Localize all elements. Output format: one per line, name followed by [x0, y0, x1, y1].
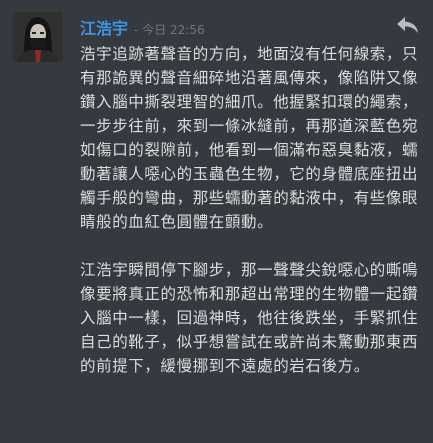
avatar[interactable]: [13, 12, 63, 62]
timestamp-separator: -: [134, 23, 139, 37]
message-paragraph-1: 浩宇追跡著聲音的方向，地面沒有任何線索，只有那詭異的聲音細碎地沿著風傳來，像陷阱…: [80, 45, 419, 231]
message-content: 浩宇追跡著聲音的方向，地面沒有任何線索，只有那詭異的聲音細碎地沿著風傳來，像陷阱…: [80, 42, 426, 378]
reply-arrow-icon: [397, 17, 418, 33]
message-timestamp: - 今日 22:56: [134, 21, 205, 38]
masked-figure-avatar: [13, 12, 63, 62]
timestamp-text: 今日 22:56: [142, 23, 205, 37]
message-paragraph-2: 江浩宇瞬間停下腳步，那一聲聲尖銳噁心的嘶鳴像要將真正的恐怖和那超出常理的生物體一…: [80, 261, 419, 375]
chat-message: 江浩宇 - 今日 22:56 浩宇追跡著聲音的方向，地面沒有任何線索，只有那詭異…: [0, 0, 433, 443]
username[interactable]: 江浩宇: [80, 15, 128, 39]
message-header: 江浩宇 - 今日 22:56: [80, 15, 205, 39]
reply-button[interactable]: [395, 14, 421, 36]
